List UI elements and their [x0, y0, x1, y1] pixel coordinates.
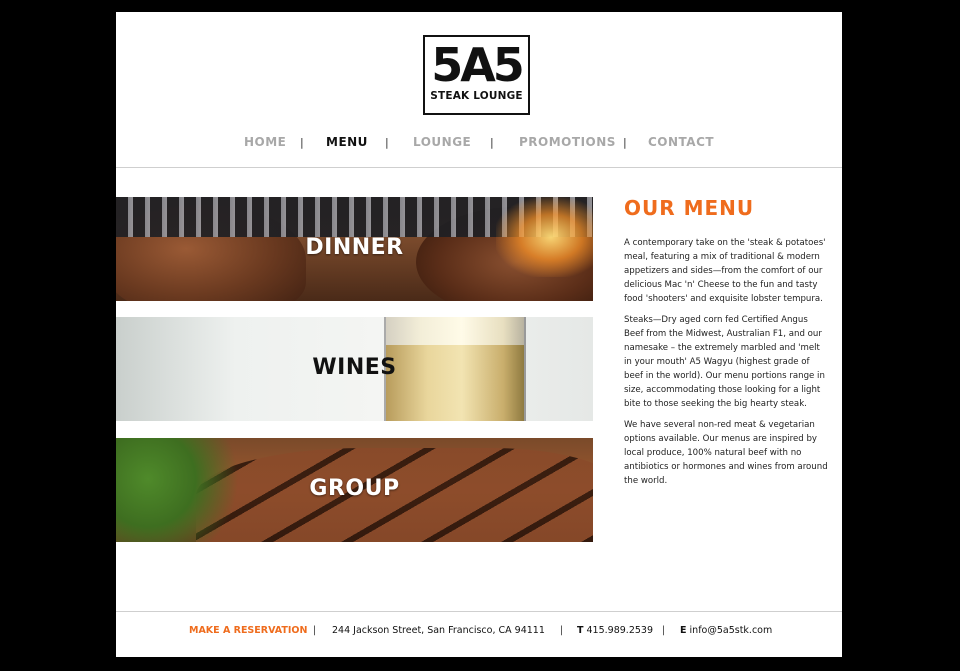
nav-separator: |	[300, 136, 304, 149]
description-paragraph: We have several non-red meat & vegetaria…	[624, 420, 828, 486]
footer-address: 244 Jackson Street, San Francisco, CA 94…	[332, 625, 545, 636]
footer-separator: |	[560, 625, 564, 636]
reservation-link[interactable]: MAKE A RESERVATION	[189, 625, 307, 636]
nav-home[interactable]: HOME	[244, 135, 286, 149]
email-prefix: E	[680, 625, 687, 636]
logo-tagline: STEAK LOUNGE	[430, 90, 523, 102]
phone-prefix: T	[577, 625, 584, 636]
main-nav: HOME | MENU | LOUNGE | PROMOTIONS | CONT…	[116, 135, 842, 155]
nav-separator: |	[490, 136, 494, 149]
footer-separator: |	[662, 625, 666, 636]
group-banner[interactable]: GROUP	[116, 438, 593, 542]
nav-separator: |	[385, 136, 389, 149]
logo-mark: 5A5	[431, 38, 525, 92]
menu-description: OUR MENU A contemporary take on the 'ste…	[624, 196, 830, 495]
footer: MAKE A RESERVATION | 244 Jackson Street,…	[116, 622, 842, 650]
nav-lounge[interactable]: LOUNGE	[413, 135, 471, 149]
wines-banner[interactable]: WINES	[116, 317, 593, 421]
page-title: OUR MENU	[624, 196, 755, 220]
footer-email[interactable]: E info@5a5stk.com	[680, 625, 772, 636]
email-address: info@5a5stk.com	[689, 625, 773, 636]
nav-menu[interactable]: MENU	[326, 135, 368, 149]
phone-number: 415.989.2539	[586, 625, 653, 636]
nav-promotions[interactable]: PROMOTIONS	[519, 135, 616, 149]
wines-label: WINES	[312, 355, 397, 380]
nav-separator: |	[623, 136, 627, 149]
dinner-label: DINNER	[305, 235, 404, 260]
brand-logo[interactable]: 5A5 STEAK LOUNGE	[423, 35, 530, 115]
footer-divider	[116, 611, 842, 612]
description-paragraph: Steaks—Dry aged corn fed Certified Angus…	[624, 315, 825, 409]
footer-separator: |	[313, 625, 317, 636]
page-container: 5A5 STEAK LOUNGE HOME | MENU | LOUNGE | …	[116, 12, 842, 657]
group-label: GROUP	[309, 476, 400, 501]
dinner-banner[interactable]: DINNER	[116, 197, 593, 301]
footer-phone[interactable]: T 415.989.2539	[577, 625, 653, 636]
description-paragraph: A contemporary take on the 'steak & pota…	[624, 238, 826, 304]
header-divider	[116, 167, 842, 168]
nav-contact[interactable]: CONTACT	[648, 135, 714, 149]
